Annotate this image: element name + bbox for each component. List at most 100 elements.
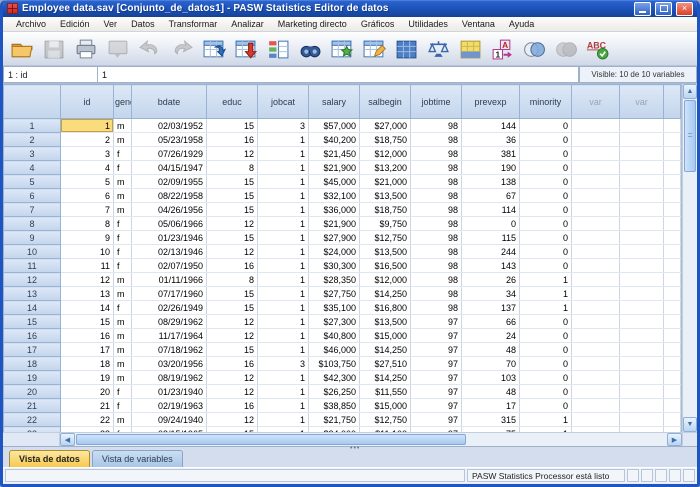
data-cell[interactable]: $18,750 [360, 133, 411, 147]
spell-check-icon[interactable]: ABC [583, 35, 613, 63]
variable-sets-icon[interactable] [519, 35, 549, 63]
data-cell[interactable]: 1 [258, 385, 309, 399]
data-cell[interactable]: 16 [207, 133, 258, 147]
data-cell[interactable]: 16 [207, 399, 258, 413]
data-cell[interactable]: 1 [258, 161, 309, 175]
data-cell[interactable]: 0 [520, 147, 572, 161]
data-cell[interactable]: 97 [411, 329, 462, 343]
data-cell[interactable]: $12,750 [360, 413, 411, 427]
data-cell[interactable] [620, 133, 664, 147]
data-cell[interactable] [620, 343, 664, 357]
data-cell[interactable]: $24,000 [309, 427, 360, 433]
data-cell[interactable]: 0 [520, 175, 572, 189]
data-cell[interactable]: f [114, 217, 132, 231]
data-cell[interactable]: 12 [207, 371, 258, 385]
data-cell[interactable]: 114 [462, 203, 520, 217]
column-header-minority[interactable]: minority [520, 85, 572, 119]
data-cell[interactable] [664, 147, 681, 161]
data-cell[interactable] [664, 343, 681, 357]
data-cell[interactable]: 244 [462, 245, 520, 259]
horizontal-scroll-track[interactable] [467, 433, 667, 446]
data-cell[interactable]: 04/26/1956 [132, 203, 207, 217]
data-cell[interactable] [620, 371, 664, 385]
row-header-6[interactable]: 6 [4, 189, 61, 203]
data-cell[interactable] [664, 231, 681, 245]
data-cell[interactable]: f [114, 245, 132, 259]
data-cell[interactable]: $12,000 [360, 273, 411, 287]
data-cell[interactable]: 12 [207, 329, 258, 343]
data-cell[interactable] [620, 259, 664, 273]
data-cell[interactable]: 98 [411, 273, 462, 287]
data-cell[interactable]: 97 [411, 371, 462, 385]
row-header-5[interactable]: 5 [4, 175, 61, 189]
data-cell[interactable]: 3 [61, 147, 114, 161]
data-cell[interactable]: 8 [61, 217, 114, 231]
data-cell[interactable] [664, 329, 681, 343]
row-header-9[interactable]: 9 [4, 231, 61, 245]
data-cell[interactable]: 98 [411, 301, 462, 315]
menu-item-utilidades[interactable]: Utilidades [401, 18, 455, 30]
data-cell[interactable] [664, 217, 681, 231]
open-file-icon[interactable] [7, 35, 37, 63]
data-cell[interactable]: m [114, 329, 132, 343]
data-cell[interactable]: 0 [462, 217, 520, 231]
menu-item-marketing-directo[interactable]: Marketing directo [271, 18, 354, 30]
data-cell[interactable]: $11,100 [360, 427, 411, 433]
data-cell[interactable]: 02/13/1946 [132, 245, 207, 259]
data-cell[interactable] [620, 413, 664, 427]
column-header-pad[interactable] [664, 85, 681, 119]
menu-item-analizar[interactable]: Analizar [224, 18, 271, 30]
data-cell[interactable]: 22 [61, 413, 114, 427]
data-cell[interactable]: 8 [207, 273, 258, 287]
data-cell[interactable]: $13,500 [360, 245, 411, 259]
data-cell[interactable] [572, 301, 620, 315]
data-cell[interactable]: f [114, 385, 132, 399]
data-cell[interactable]: 98 [411, 231, 462, 245]
data-cell[interactable] [620, 399, 664, 413]
row-header-2[interactable]: 2 [4, 133, 61, 147]
data-cell[interactable]: 04/15/1947 [132, 161, 207, 175]
data-cell[interactable]: 08/22/1958 [132, 189, 207, 203]
data-cell[interactable] [572, 315, 620, 329]
data-cell[interactable]: m [114, 315, 132, 329]
column-header-gender[interactable]: gender [114, 85, 132, 119]
data-cell[interactable]: 17 [61, 343, 114, 357]
data-cell[interactable]: 24 [462, 329, 520, 343]
data-cell[interactable]: 1 [258, 245, 309, 259]
data-cell[interactable] [572, 119, 620, 133]
data-cell[interactable]: m [114, 175, 132, 189]
data-cell[interactable]: $14,250 [360, 343, 411, 357]
data-cell[interactable]: f [114, 147, 132, 161]
data-cell[interactable]: 16 [207, 357, 258, 371]
data-cell[interactable]: 48 [462, 343, 520, 357]
data-cell[interactable]: 12 [207, 315, 258, 329]
data-cell[interactable]: m [114, 357, 132, 371]
data-cell[interactable]: m [114, 287, 132, 301]
data-cell[interactable]: 98 [411, 203, 462, 217]
data-cell[interactable] [620, 329, 664, 343]
data-cell[interactable]: $35,100 [309, 301, 360, 315]
data-cell[interactable]: $12,750 [360, 231, 411, 245]
menu-item-ver[interactable]: Ver [97, 18, 125, 30]
close-button[interactable]: × [676, 2, 693, 16]
data-cell[interactable]: $27,900 [309, 231, 360, 245]
data-cell[interactable] [664, 399, 681, 413]
row-header-16[interactable]: 16 [4, 329, 61, 343]
data-cell[interactable]: 26 [462, 273, 520, 287]
data-cell[interactable]: 12 [61, 273, 114, 287]
data-cell[interactable]: 02/26/1949 [132, 301, 207, 315]
data-cell[interactable]: $46,000 [309, 343, 360, 357]
data-cell[interactable]: 1 [258, 259, 309, 273]
data-cell[interactable]: 0 [520, 189, 572, 203]
data-cell[interactable] [664, 273, 681, 287]
data-cell[interactable]: 1 [258, 287, 309, 301]
data-cell[interactable]: 381 [462, 147, 520, 161]
data-cell[interactable]: 103 [462, 371, 520, 385]
data-cell[interactable]: $16,800 [360, 301, 411, 315]
data-cell[interactable]: $13,500 [360, 315, 411, 329]
data-cell[interactable]: 12 [207, 147, 258, 161]
data-cell[interactable] [572, 399, 620, 413]
column-header-prevexp[interactable]: prevexp [462, 85, 520, 119]
scroll-left-icon[interactable]: ◀ [60, 433, 75, 446]
data-cell[interactable] [572, 427, 620, 433]
